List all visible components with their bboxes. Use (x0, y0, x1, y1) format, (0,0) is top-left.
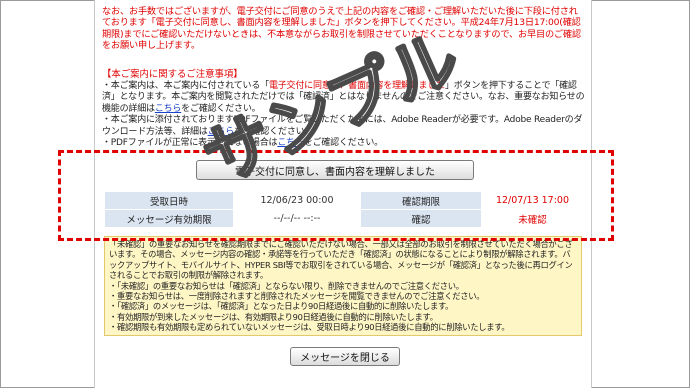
notice-text: ・PDFファイルが正常に表示されない場合は (102, 138, 278, 149)
caution-note: ・確認期限も有効期限も定められていないメッセージは、受取日時より90日経過後に自… (109, 322, 510, 333)
notice-text: ・本ご案内は、本ご案内に付されている「 (102, 81, 269, 91)
agree-button[interactable]: 電子交付に同意し、書面内容を理解しました (196, 160, 474, 180)
notice-paragraph-1: ・本ご案内は、本ご案内に付されている「電子交付に同意し、書面内容を理解しました」… (102, 81, 586, 115)
caution-notes: 「未確認」の重要なお知らせを確認期限までにご確認いただけない場合、一部又は全部の… (104, 236, 582, 336)
received-value: 12/06/23 00:00 (233, 191, 361, 210)
deadline-label: 確認期限 (360, 191, 482, 210)
pdf-help-link[interactable]: こちら (277, 138, 304, 148)
caution-note: ・重要なお知らせは、一度削除されますと削除されたメッセージを閲覧できませんのでご… (109, 291, 485, 302)
caution-note: ・「確認済」のメッセージは、「確認済」となった日より90日経過後に自動的に削除い… (109, 301, 454, 312)
expiry-label: メッセージ有効期限 (104, 209, 234, 228)
notice-highlight: 電子交付に同意し、書面内容を理解しました (268, 81, 445, 91)
caution-note: ・有効期限が到来したメッセージは、有効期限より90日経過後に自動的に削除いたしま… (109, 311, 438, 322)
notice-text: をご確認ください。 (303, 138, 383, 149)
deadline-value: 12/07/13 17:00 (481, 191, 584, 210)
feature-details-link[interactable]: こちら (155, 104, 182, 114)
notice-body: ・本ご案内は、本ご案内に付されている「電子交付に同意し、書面内容を理解しました」… (102, 81, 586, 149)
notice-paragraph-3: ・PDFファイルが正常に表示されない場合はこちらをご確認ください。 (102, 138, 586, 149)
red-notice: なお、お手数ではございますが、電子交付にご同意のうえで上記の内容をご確認・ご理解… (102, 6, 586, 51)
caution-note: ・「未確認」の重要なお知らせは「確認済」とならない限り、削除できませんのでご注意… (109, 280, 464, 291)
expiry-value: --/--/-- --:-- (233, 209, 361, 228)
notice-text: ・本ご案内に添付されておりますPDFファイルをご覧いただくためには、Adobe … (102, 115, 583, 137)
notice-text: をご確認ください。 (181, 103, 261, 114)
adobe-reader-link[interactable]: こちら (208, 127, 235, 137)
table-row: メッセージ有効期限 --/--/-- --:-- 確認 未確認 (104, 209, 584, 228)
message-info-table: 受取日時 12/06/23 00:00 確認期限 12/07/13 17:00 … (104, 191, 584, 228)
notice-title: 【本ご案内に関するご注意事項】 (102, 69, 243, 80)
notice-paragraph-2: ・本ご案内に添付されておりますPDFファイルをご覧いただくためには、Adobe … (102, 115, 586, 138)
caution-note: 「未確認」の重要なお知らせを確認期限までにご確認いただけない場合、一部又は全部の… (109, 239, 573, 281)
notice-text: をご確認ください。 (234, 126, 314, 137)
close-message-button[interactable]: メッセージを閉じる (290, 347, 400, 366)
status-value: 未確認 (481, 209, 584, 228)
red-notice-text: なお、お手数ではございますが、電子交付にご同意のうえで上記の内容をご確認・ご理解… (102, 6, 581, 51)
received-label: 受取日時 (104, 191, 234, 210)
table-row: 受取日時 12/06/23 00:00 確認期限 12/07/13 17:00 (104, 191, 584, 210)
status-label: 確認 (360, 209, 482, 228)
